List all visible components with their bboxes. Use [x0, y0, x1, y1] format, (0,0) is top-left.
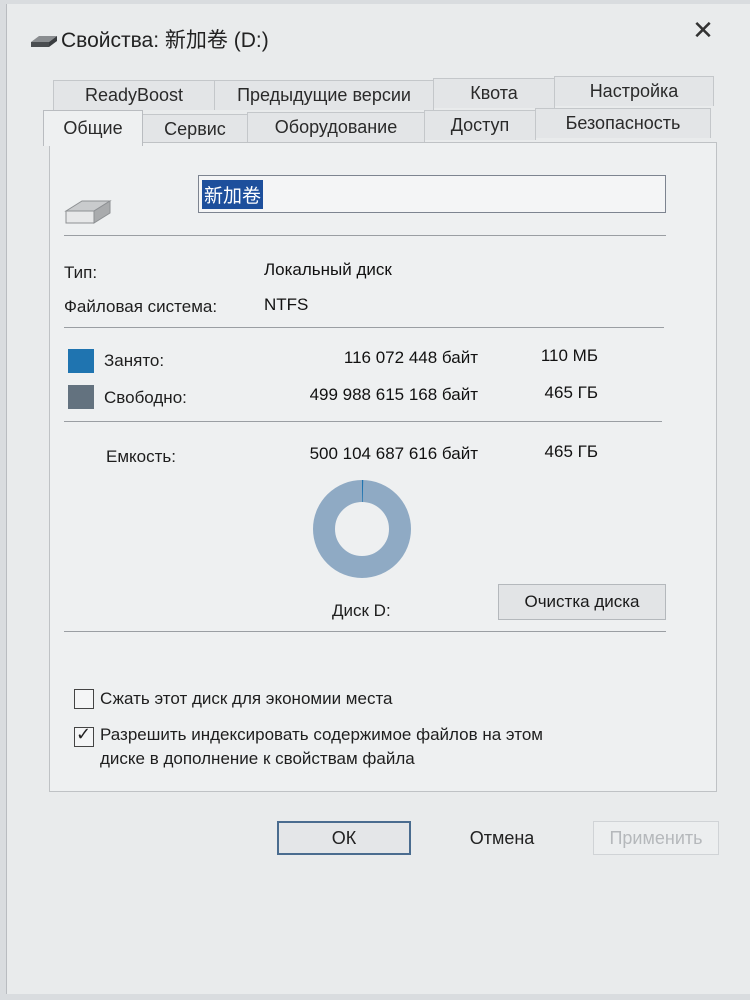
tab-readyboost[interactable]: ReadyBoost [53, 80, 215, 110]
tab-label: ReadyBoost [84, 85, 184, 105]
type-label: Тип: [64, 263, 98, 282]
free-space-swatch [68, 385, 94, 409]
type-value: Локальный диск [264, 260, 392, 279]
tab-label: Оборудование [274, 117, 398, 137]
used-size: 110 МБ [540, 346, 598, 365]
close-icon: ✕ [692, 15, 714, 45]
volume-name-value: 新加卷 [202, 179, 264, 209]
filesystem-label: Файловая система: [64, 297, 218, 316]
window-title: Свойства: 新加卷 (D:) [61, 29, 269, 52]
drive-icon [31, 36, 57, 47]
separator [64, 327, 664, 328]
index-label-line1: Разрешить индексировать содержимое файло… [100, 725, 543, 744]
button-label: Отмена [469, 827, 535, 848]
ok-button[interactable]: ОК [277, 821, 411, 855]
index-label-line2: диске в дополнение к свойствам файла [100, 749, 415, 768]
tab-quota[interactable]: Квота [433, 78, 555, 108]
volume-name-input[interactable]: 新加卷 [198, 175, 666, 213]
general-tab-panel: 新加卷 Тип: Локальный диск Файловая система… [49, 142, 717, 792]
properties-window: Свойства: 新加卷 (D:) ✕ ReadyBoost Предыдущ… [6, 4, 750, 994]
separator [64, 235, 666, 236]
filesystem-value: NTFS [264, 295, 309, 314]
tab-label: Предыдущие версии [237, 85, 411, 105]
capacity-label: Емкость: [106, 447, 176, 466]
capacity-size: 465 ГБ [544, 442, 598, 461]
tab-customize[interactable]: Настройка [554, 76, 714, 106]
tab-label: Безопасность [565, 113, 681, 133]
index-checkbox[interactable]: ✓ [74, 724, 94, 747]
used-bytes: 116 072 448 байт [343, 348, 478, 367]
tab-label: Общие [63, 118, 123, 138]
separator [64, 421, 662, 422]
button-label: Очистка диска [524, 592, 640, 611]
tab-general[interactable]: Общие [43, 110, 143, 146]
disk-cleanup-button[interactable]: Очистка диска [498, 584, 666, 620]
button-label: Применить [609, 827, 703, 848]
check-icon: ✓ [76, 724, 92, 744]
tab-sharing[interactable]: Доступ [424, 110, 536, 140]
used-space-swatch [68, 349, 94, 373]
used-label: Занято: [104, 351, 165, 370]
tab-label: Сервис [164, 119, 226, 139]
tab-label: Квота [470, 83, 518, 103]
drive-icon [64, 200, 112, 224]
tab-tools[interactable]: Сервис [142, 114, 248, 144]
apply-button[interactable]: Применить [593, 821, 719, 855]
tab-hardware[interactable]: Оборудование [247, 112, 425, 142]
disk-usage-donut [313, 480, 411, 578]
tab-label: Доступ [450, 115, 510, 135]
capacity-bytes: 500 104 687 616 байт [309, 444, 478, 463]
title-bar: Свойства: 新加卷 (D:) ✕ [7, 4, 750, 64]
compress-checkbox[interactable] [74, 689, 94, 709]
separator [64, 631, 666, 632]
cancel-button[interactable]: Отмена [435, 821, 569, 855]
free-size: 465 ГБ [544, 383, 598, 402]
tab-label: Настройка [589, 81, 679, 101]
free-label: Свободно: [104, 388, 187, 407]
tab-previous-versions[interactable]: Предыдущие версии [214, 80, 434, 110]
free-bytes: 499 988 615 168 байт [309, 385, 478, 404]
button-label: ОК [331, 827, 357, 848]
compress-label: Сжать этот диск для экономии места [100, 689, 393, 708]
close-button[interactable]: ✕ [685, 12, 721, 48]
disk-label: Диск D: [332, 601, 391, 620]
donut-free-ring [313, 480, 411, 578]
tab-security[interactable]: Безопасность [535, 108, 711, 138]
